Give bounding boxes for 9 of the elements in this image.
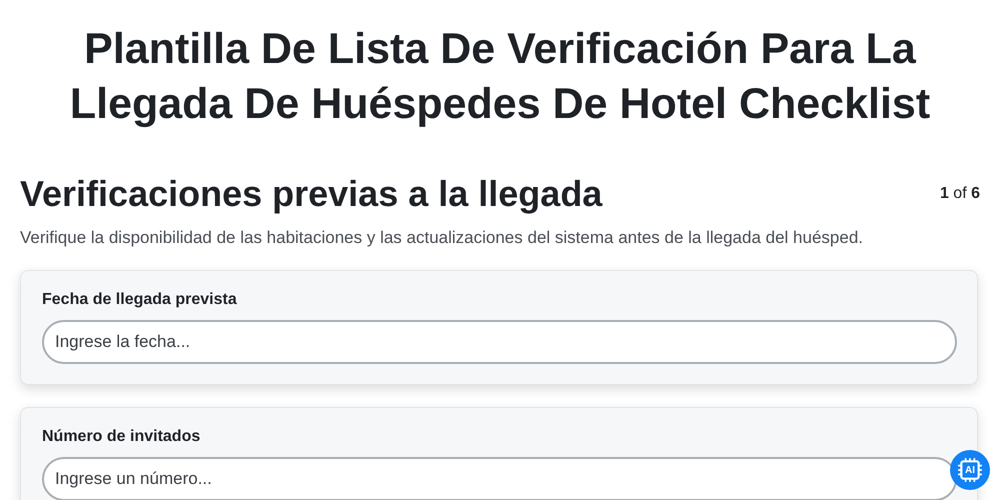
field-label: Número de invitados — [42, 428, 202, 446]
page-title: Plantilla De Lista De Verificación Para La Llegada De Huéspedes De Hotel Checklist — [68, 24, 932, 130]
input-field[interactable]: Ingrese un número... — [42, 457, 957, 500]
step-counter: 1 of 6 — [940, 185, 980, 203]
section-heading: Verificaciones previas a la llegada — [20, 172, 602, 216]
field-label: Fecha de llegada prevista — [42, 291, 238, 309]
chip-icon — [957, 457, 983, 483]
section-description: Verifique la disponibilidad de las habitaciones y las actualizaciones del sistema antes de la llegada del huésped. — [20, 228, 864, 248]
input-field[interactable]: Ingrese la fecha... — [42, 320, 957, 364]
